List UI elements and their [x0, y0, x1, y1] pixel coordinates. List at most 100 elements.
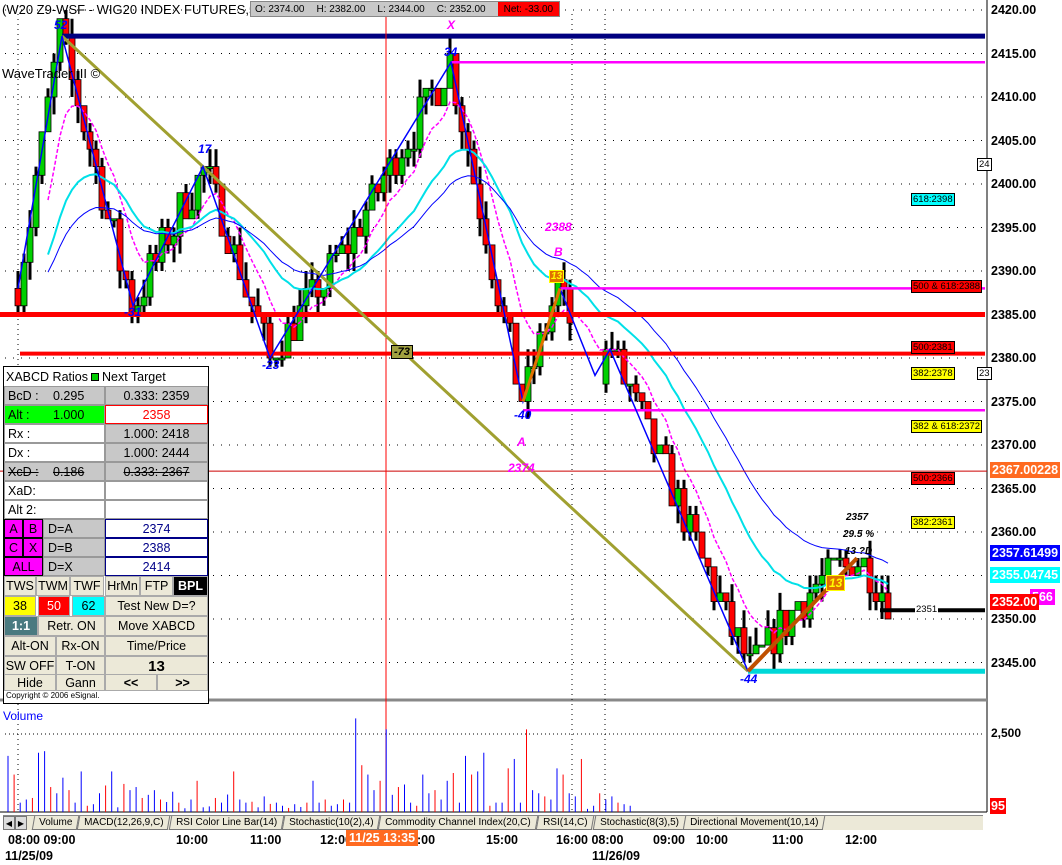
wave-label: 34 — [444, 45, 458, 59]
candle-body — [638, 392, 646, 402]
ton-button[interactable]: T-ON — [56, 656, 105, 676]
candle-body — [656, 444, 664, 455]
ratio-row-label: BcD : 0.295 — [4, 386, 105, 405]
b38-button[interactable]: 38 — [4, 596, 36, 616]
retr-button[interactable]: Retr. ON — [38, 616, 105, 636]
point-a-label: A — [517, 435, 526, 449]
twm-button[interactable]: TWM — [36, 576, 70, 596]
ratio-target: 0.333: 2359 — [105, 386, 208, 405]
point-b-price: 2388 — [545, 220, 572, 234]
select-c-button[interactable]: C — [4, 538, 23, 557]
study-tab[interactable]: Stochastic(8(3),5) — [592, 816, 686, 830]
candle-body — [140, 296, 148, 307]
study-tab[interactable]: MACD(12,26,9,C) — [77, 816, 172, 830]
ratio-target — [105, 481, 208, 500]
b50-button[interactable]: 50 — [38, 596, 70, 616]
study-tab[interactable]: Directional Movement(10,14) — [683, 816, 827, 830]
tp-button[interactable]: Time/Price — [105, 636, 208, 656]
wave-label: -31 — [124, 305, 142, 319]
candle-body — [206, 166, 214, 170]
high-value: H: 2382.00 — [316, 3, 366, 15]
study-tab[interactable]: Volume — [31, 816, 80, 830]
candle-body — [836, 557, 844, 561]
bar-count-box: 13 — [826, 575, 846, 591]
candle-body — [818, 575, 826, 585]
prev-button[interactable]: << — [105, 674, 157, 691]
candle-body — [356, 227, 364, 237]
price-axis-tick: 2365.00 — [991, 481, 1037, 496]
study-tab-label: MACD(12,26,9,C) — [84, 817, 164, 828]
open-value: O: 2374.00 — [255, 3, 305, 15]
fib-level-label: 382 & 618:2372 — [911, 420, 983, 433]
ratio-value: 0.295 — [53, 388, 85, 403]
price-axis-tick: 2405.00 — [991, 133, 1037, 148]
time-axis-label: 11:00 — [772, 833, 804, 847]
b62-button[interactable]: 62 — [72, 596, 105, 616]
ratio-name: XaD: — [8, 483, 36, 498]
study-tab[interactable]: RSI(14,C) — [535, 816, 595, 830]
select-all-button[interactable]: ALL — [4, 557, 43, 576]
fib-level-label: 382:2378 — [911, 367, 955, 380]
candle-body — [338, 244, 346, 254]
gann-button[interactable]: Gann — [56, 674, 105, 691]
rx-button[interactable]: Rx-ON — [56, 636, 105, 656]
price-tag-red: 2352.00 — [990, 594, 1040, 610]
study-tab[interactable]: Commodity Channel Index(20,C) — [378, 816, 539, 830]
alt-button[interactable]: Alt-ON — [4, 636, 56, 656]
select-b-button[interactable]: B — [23, 519, 43, 538]
ratio-name: Alt 2: — [8, 502, 37, 517]
price-axis-tick: 2420.00 — [991, 3, 1037, 17]
twf-button[interactable]: TWF — [70, 576, 104, 596]
select-a-button[interactable]: A — [4, 519, 23, 538]
net-change: Net: -33.00 — [497, 2, 560, 16]
ratio-name: BcD : — [8, 388, 39, 403]
diagonal-bar-count: -73 — [391, 345, 413, 359]
time-axis-label: 16:00 08:00 — [556, 833, 624, 847]
study-tab[interactable]: Stochastic(10(2),4) — [281, 816, 381, 830]
d-equals-b-value: 2388 — [105, 538, 208, 557]
test-button[interactable]: Test New D=? — [105, 596, 208, 616]
fib-level-label: 500 & 618:2388 — [911, 280, 983, 293]
ftp-button[interactable]: FTP — [140, 576, 173, 596]
d-equals-x-label: D=X — [43, 557, 105, 576]
select-x-button[interactable]: X — [23, 538, 43, 557]
study-tab-label: RSI Color Line Bar(14) — [175, 817, 278, 828]
bpl-button[interactable]: BPL — [173, 576, 208, 596]
wave-label: -44 — [740, 672, 758, 686]
one-button[interactable]: 1:1 — [4, 616, 38, 636]
hide-button[interactable]: Hide — [4, 674, 56, 691]
ratio-name: XcD : — [8, 464, 39, 479]
fib-level-label: 618:2398 — [911, 193, 955, 206]
date-label: 11/25/09 — [5, 849, 53, 863]
ratio-target: 0.333: 2367 — [105, 462, 208, 481]
n13-button[interactable]: 13 — [105, 656, 208, 676]
next-button[interactable]: >> — [157, 674, 208, 691]
volume-axis-min: 95 — [990, 798, 1006, 814]
price-axis-tick: 2350.00 — [991, 612, 1037, 626]
sw-button[interactable]: SW OFF — [4, 656, 56, 676]
scroll-left-icon[interactable]: ◀ — [3, 816, 15, 830]
ohlc-readout: O: 2374.00 H: 2382.00 L: 2344.00 C: 2352… — [250, 1, 561, 17]
candle-body — [416, 96, 424, 150]
price-axis-tick: 2380.00 — [991, 351, 1037, 365]
candle-body — [692, 514, 700, 533]
scroll-right-icon[interactable]: ▶ — [15, 816, 27, 830]
point-x-label: X — [447, 18, 456, 32]
price-axis-tick: 2360.00 — [991, 525, 1037, 539]
level-label: 23 — [977, 367, 992, 380]
study-tab-label: Directional Movement(10,14) — [690, 817, 819, 828]
ratio-row-label: XaD: — [4, 481, 105, 500]
time-axis-label: 08:00 09:00 — [8, 833, 76, 847]
date-label: 11/26/09 — [592, 849, 640, 863]
candle-body — [764, 627, 772, 646]
ratio-row-label: Rx : — [4, 424, 105, 443]
price-axis-tick: 2370.00 — [991, 438, 1037, 452]
study-tab[interactable]: RSI Color Line Bar(14) — [168, 816, 285, 830]
move-button[interactable]: Move XABCD — [105, 616, 208, 636]
low-value: L: 2344.00 — [377, 3, 425, 15]
tws-button[interactable]: TWS — [4, 576, 36, 596]
hrmn-button[interactable]: HrMn — [105, 576, 140, 596]
candle-body — [434, 87, 442, 107]
candle-body — [872, 592, 880, 603]
level-label: 2351 — [915, 604, 939, 617]
